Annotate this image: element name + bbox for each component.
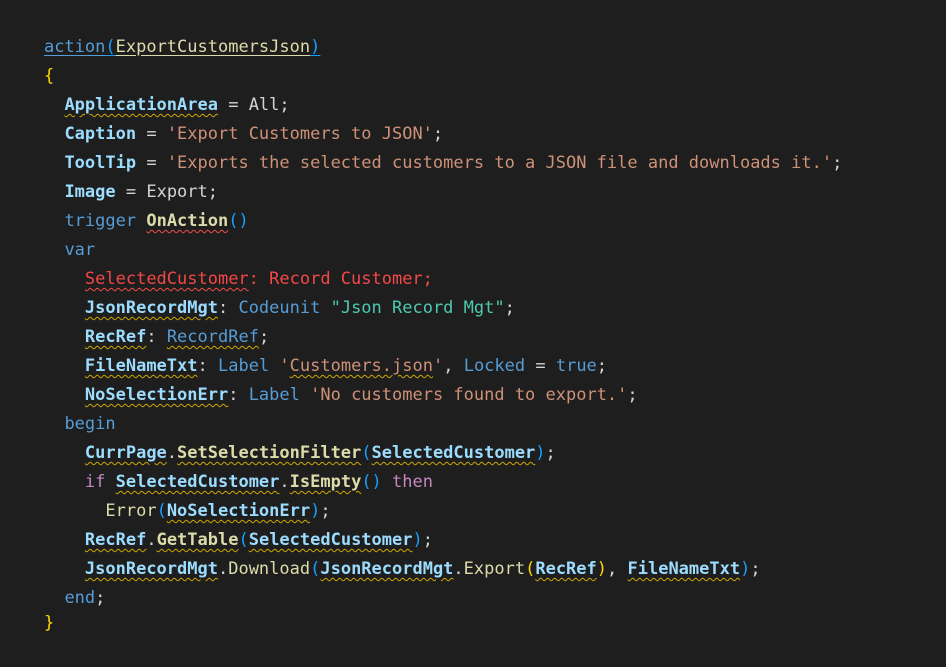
code-line-18[interactable]: RecRef.GetTable(SelectedCustomer); bbox=[3, 497, 433, 550]
object-name: JsonRecordMgt bbox=[320, 559, 454, 579]
code-line-6[interactable]: Image = Export; bbox=[3, 149, 218, 202]
code-line-10[interactable]: JsonRecordMgt: Codeunit "Json Record Mgt… bbox=[3, 265, 515, 318]
type-keyword: Label bbox=[248, 385, 300, 405]
code-line-21[interactable]: } bbox=[3, 580, 54, 633]
method-name: Export bbox=[463, 559, 526, 579]
code-line-14[interactable]: begin bbox=[3, 381, 115, 434]
open-paren: ( bbox=[105, 37, 116, 57]
code-line-5[interactable]: ToolTip = 'Exports the selected customer… bbox=[3, 120, 842, 173]
code-line-1[interactable]: action(ExportCustomersJson) bbox=[3, 4, 320, 57]
code-line-13[interactable]: NoSelectionErr: Label 'No customers foun… bbox=[3, 352, 638, 405]
close-brace: } bbox=[43, 613, 55, 633]
action-name: ExportCustomersJson bbox=[115, 37, 311, 57]
code-line-15[interactable]: CurrPage.SetSelectionFilter(SelectedCust… bbox=[3, 410, 556, 463]
code-line-2[interactable]: { bbox=[3, 33, 54, 86]
string-literal: 'Exports the selected customers to a JSO… bbox=[166, 153, 833, 173]
trigger-name: OnAction bbox=[146, 211, 229, 231]
method-name: Download bbox=[228, 559, 311, 579]
end-keyword: end bbox=[64, 588, 96, 608]
type-name: "Json Record Mgt" bbox=[330, 298, 505, 318]
code-line-11[interactable]: RecRef: RecordRef; bbox=[3, 294, 269, 347]
code-line-3[interactable]: ApplicationArea = All; bbox=[3, 62, 289, 115]
code-line-12[interactable]: FileNameTxt: Label 'Customers.json', Loc… bbox=[3, 323, 607, 376]
code-line-19[interactable]: JsonRecordMgt.Download(JsonRecordMgt.Exp… bbox=[3, 526, 761, 579]
code-line-16[interactable]: if SelectedCustomer.IsEmpty() then bbox=[3, 439, 433, 492]
argument: FileNameTxt bbox=[627, 559, 741, 579]
code-line-4[interactable]: Caption = 'Export Customers to JSON'; bbox=[3, 91, 443, 144]
argument: RecRef bbox=[535, 559, 597, 579]
code-line-9[interactable]: SelectedCustomer: Record Customer; bbox=[3, 236, 433, 289]
close-paren: ) bbox=[310, 37, 321, 57]
string-literal: 'No customers found to export.' bbox=[310, 385, 628, 405]
then-keyword: then bbox=[392, 472, 433, 492]
code-line-17[interactable]: Error(NoSelectionErr); bbox=[3, 468, 330, 521]
code-line-8[interactable]: var bbox=[3, 207, 95, 260]
code-line-7[interactable]: trigger OnAction() bbox=[3, 178, 248, 231]
code-editor[interactable]: action(ExportCustomersJson) { Applicatio… bbox=[0, 0, 946, 633]
